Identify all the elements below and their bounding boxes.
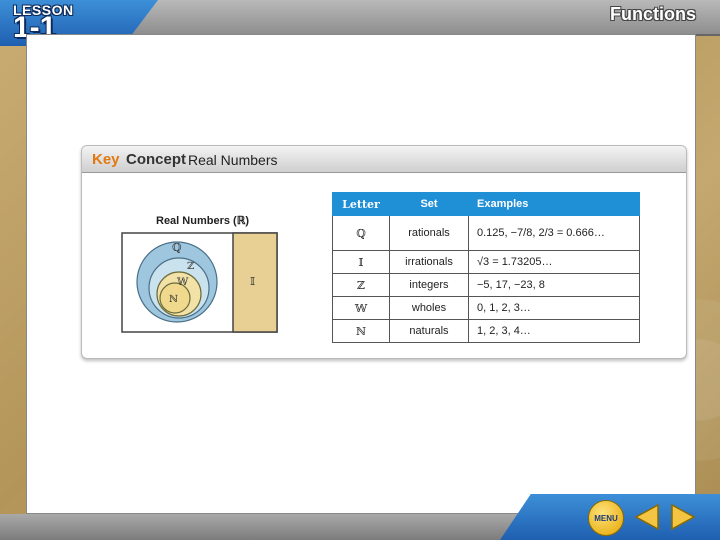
table-row: ℤ integers −5, 17, −23, 8 [332,273,640,297]
venn-i-label: 𝕀 [250,275,255,288]
row-set: rationals [389,215,469,251]
table-row: ℚ rationals 0.125, −7/8, 2/3 = 0.666… [332,215,640,251]
key-word: Key [92,151,120,168]
key-concept-box: Key Concept Real Numbers Real Numbers (ℝ… [81,145,687,359]
key-concept-header: Key Concept Real Numbers [82,146,686,173]
table-row: 𝕀 irrationals √3 = 1.73205… [332,250,640,274]
venn-q-label: ℚ [172,241,182,254]
header-letter: Letter [332,192,390,216]
row-set: naturals [389,319,469,343]
menu-button[interactable]: MENU [588,500,624,536]
venn-title: Real Numbers (ℝ) [156,215,250,227]
right-arrow-icon[interactable] [668,502,698,532]
table-row: 𝕎 wholes 0, 1, 2, 3… [332,296,640,320]
venn-n-label: ℕ [169,294,178,305]
row-letter: ℚ [332,215,390,251]
row-set: integers [389,273,469,297]
menu-label: MENU [594,513,618,523]
real-numbers-venn-diagram: ℚ ℤ 𝕎 ℕ 𝕀 [121,232,278,333]
venn-z-label: ℤ [187,261,194,272]
header-set: Set [389,192,469,216]
row-example: −5, 17, −23, 8 [468,273,640,297]
row-letter: ℤ [332,273,390,297]
key-concept-title: Real Numbers [188,152,278,168]
row-example: √3 = 1.73205… [468,250,640,274]
chapter-title: Functions [610,4,696,24]
header-examples: Examples [468,192,640,216]
row-example: 0.125, −7/8, 2/3 = 0.666… [468,215,640,251]
venn-w-label: 𝕎 [176,277,189,288]
table-row: ℕ naturals 1, 2, 3, 4… [332,319,640,343]
row-example: 0, 1, 2, 3… [468,296,640,320]
table-header-row: Letter Set Examples [332,192,640,216]
slide-page: Key Concept Real Numbers Real Numbers (ℝ… [26,34,696,514]
number-sets-table: Letter Set Examples ℚ rationals 0.125, −… [332,192,640,343]
row-letter: 𝕎 [332,296,390,320]
row-set: irrationals [389,250,469,274]
concept-word: Concept [126,151,186,168]
left-arrow-icon[interactable] [632,502,662,532]
row-letter: 𝕀 [332,250,390,274]
row-letter: ℕ [332,319,390,343]
row-example: 1, 2, 3, 4… [468,319,640,343]
row-set: wholes [389,296,469,320]
